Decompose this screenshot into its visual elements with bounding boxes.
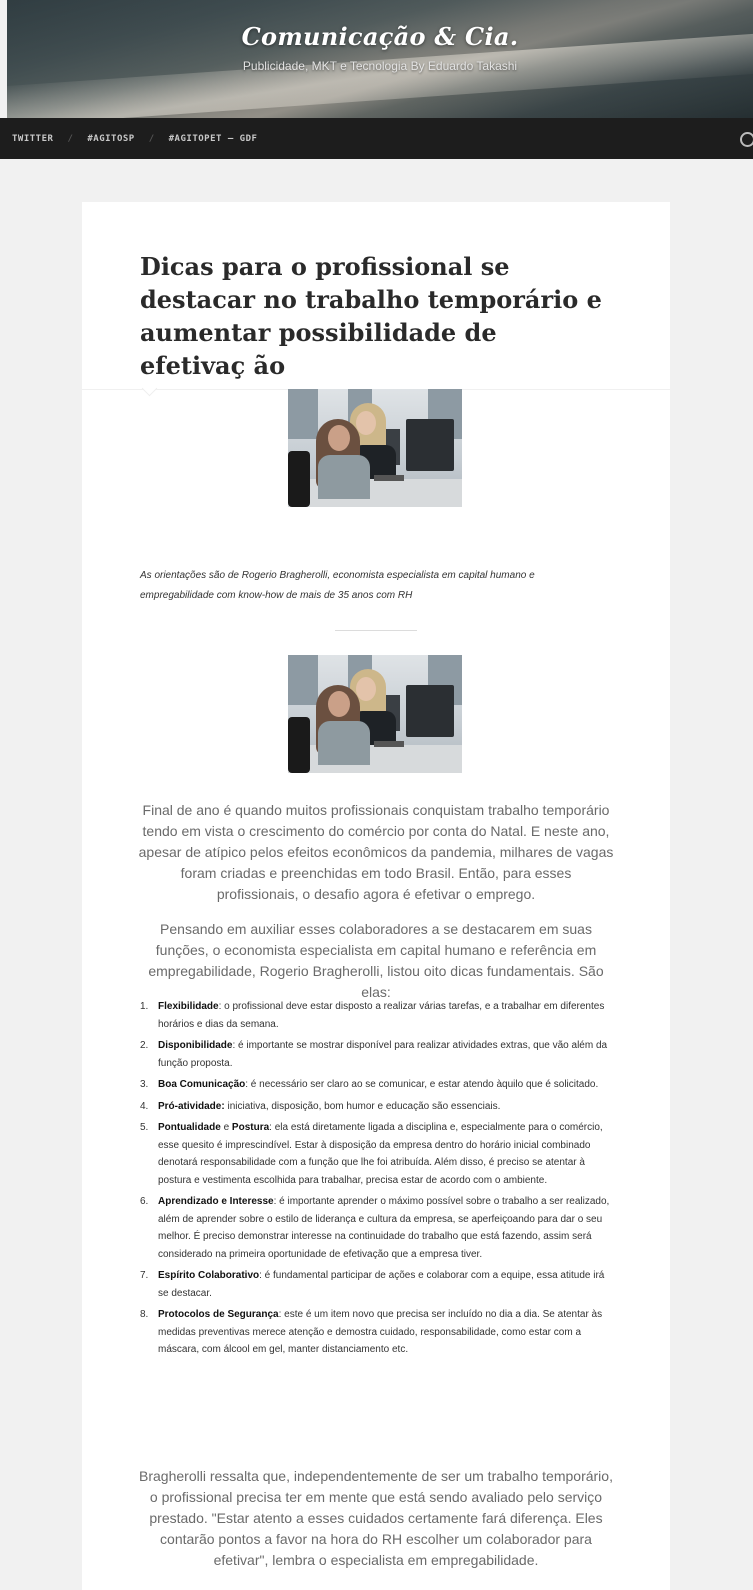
post-subtitle: As orientações são de Rogerio Bragheroll…	[140, 570, 535, 601]
list-item: 6. Aprendizado e Interesse: é importante …	[140, 1196, 610, 1260]
site-title[interactable]: Comunicação & Cia.	[7, 22, 753, 51]
divider	[335, 630, 417, 631]
nav-separator: /	[67, 133, 74, 144]
list-item: 2. Disponibilidade: é importante se mostr…	[140, 1040, 608, 1069]
site-description: Publicidade, MKT e Tecnologia By Eduardo…	[242, 59, 518, 73]
list-item: 5. Pontualidade e Postura: ela está diret…	[140, 1122, 603, 1186]
nav-item-agitopet[interactable]: #AGITOPET – GDF	[169, 134, 258, 144]
main-navigation: TWITTER / #AGITOSP / #AGITOPET – GDF	[0, 118, 753, 159]
list-item: 3. Boa Comunicação: é necessário ser clar…	[140, 1079, 599, 1090]
article-image	[288, 655, 462, 773]
post-header: Dicas para o profissional se destacar no…	[82, 202, 670, 390]
list-item: 4. Pró-atividade: iniciativa, disposição,…	[140, 1100, 501, 1112]
paragraph-intro: Final de ano é quando muitos profissiona…	[138, 802, 614, 902]
nav-item-twitter[interactable]: TWITTER	[12, 134, 53, 144]
paragraph-closing: Bragherolli ressalta que, independenteme…	[139, 1468, 613, 1568]
paragraph-tips-intro: Pensando em auxiliar esses colaboradores…	[148, 921, 604, 1000]
list-item: 1. Flexibilidade: o profissional deve est…	[140, 1001, 605, 1030]
nav-separator: /	[148, 133, 155, 144]
site-header: Comunicação & Cia. Publicidade, MKT e Te…	[7, 0, 753, 118]
tips-list: 1. Flexibilidade: o profissional deve est…	[140, 998, 614, 1363]
list-item: 8. Protocolos de Segurança: este é um ite…	[140, 1309, 603, 1355]
post-title: Dicas para o profissional se destacar no…	[140, 252, 602, 380]
list-item: 7. Espírito Colaborativo: é fundamental p…	[140, 1270, 605, 1299]
post-card: Dicas para o profissional se destacar no…	[82, 202, 670, 1590]
nav-item-agitosp[interactable]: #AGITOSP	[87, 134, 134, 144]
featured-image	[288, 389, 462, 507]
search-icon[interactable]	[740, 132, 753, 147]
